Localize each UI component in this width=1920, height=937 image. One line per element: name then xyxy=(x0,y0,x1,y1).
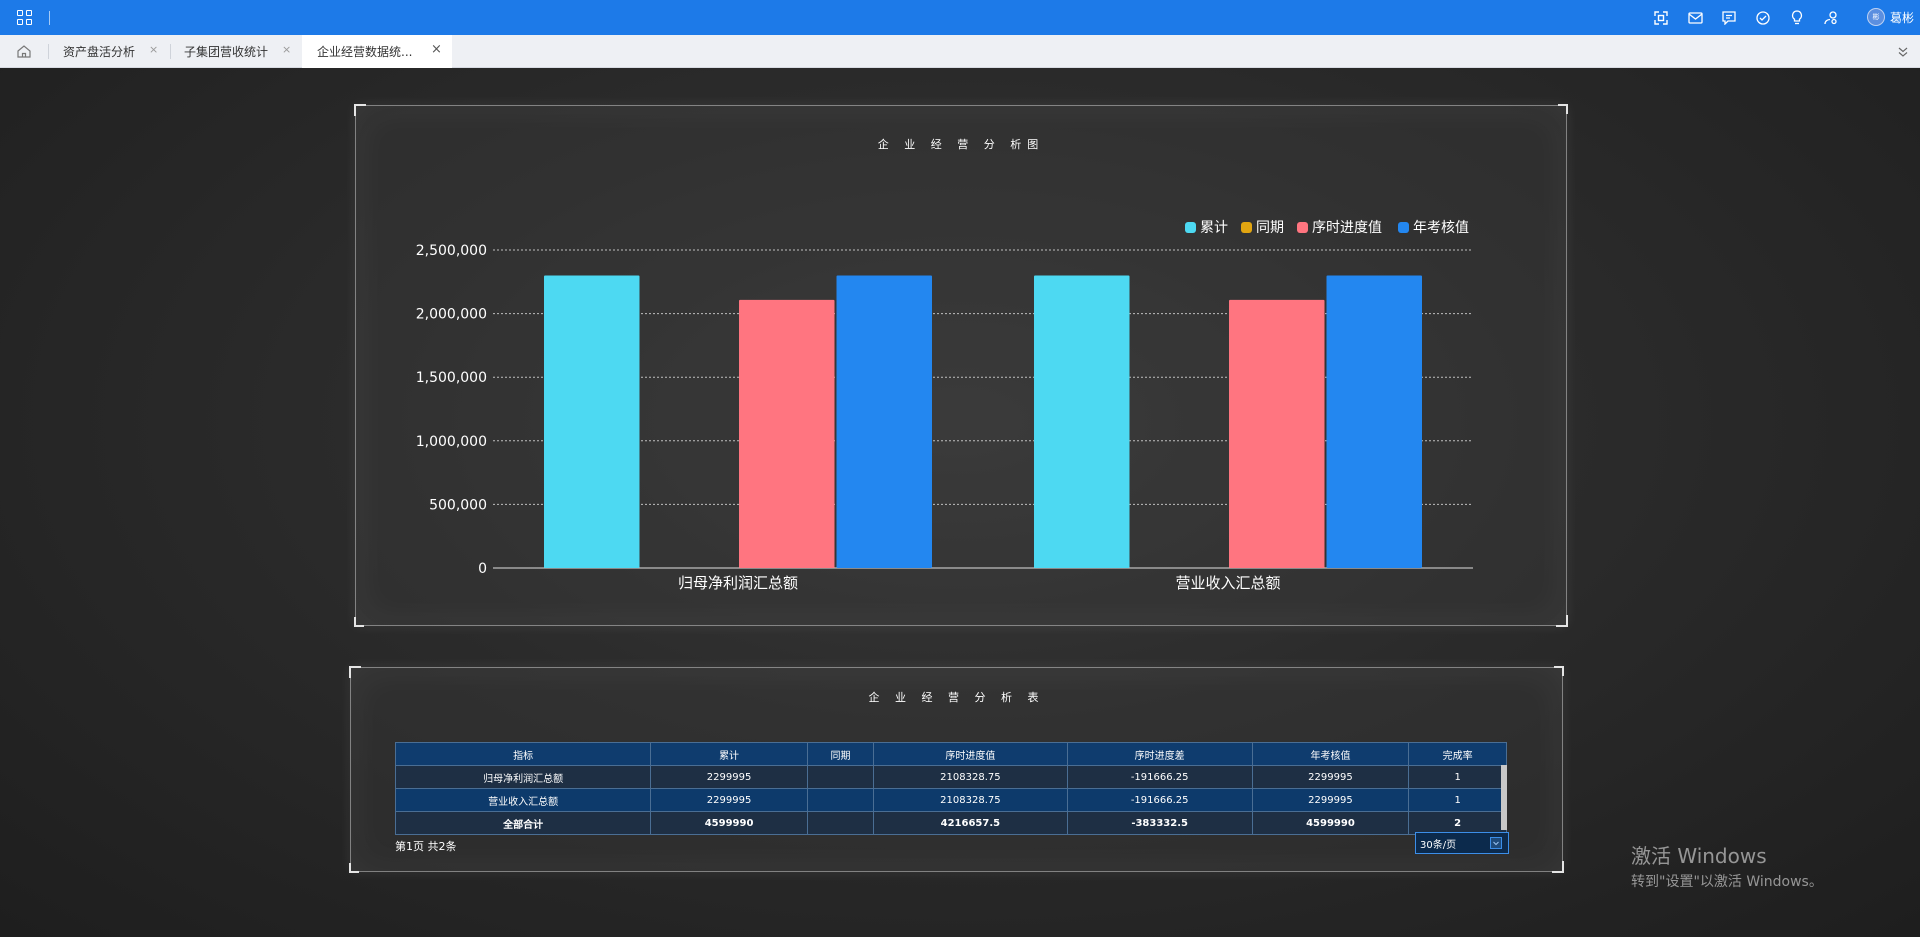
legend-label: 序时进度值 xyxy=(1312,220,1382,236)
chevron-double-down-icon[interactable] xyxy=(1896,44,1910,58)
y-tick-label: 2,500,000 xyxy=(416,243,487,259)
table-cell: -191666.25 xyxy=(1066,788,1253,812)
table-cell: 营业收入汇总额 xyxy=(394,788,652,812)
legend-label: 累计 xyxy=(1200,220,1228,236)
table-cell: 2108328.75 xyxy=(873,788,1068,812)
column-header[interactable]: 同期 xyxy=(806,742,875,766)
watermark-title: 激活 Windows xyxy=(1631,844,1767,868)
table-cell: -191666.25 xyxy=(1066,765,1253,789)
bar-chart: 0 500,000 1,000,000 1,500,000 2,000,000 2,500… xyxy=(416,220,1473,592)
tab-label: 企业经营数据统... xyxy=(317,45,413,59)
legend-swatch xyxy=(1297,222,1308,233)
y-tick-label: 1,500,000 xyxy=(416,370,487,386)
user-menu[interactable]: 彬 葛彬 xyxy=(1866,8,1914,26)
bar xyxy=(1326,275,1422,568)
table-cell: 2108328.75 xyxy=(873,765,1068,789)
column-header[interactable]: 序时进度差 xyxy=(1066,742,1253,766)
column-header[interactable]: 序时进度值 xyxy=(873,742,1068,766)
table-cell: 2299995 xyxy=(650,788,808,812)
table-total-row[interactable]: 全部合计 4599990 4216657.5 -383332.5 4599990… xyxy=(394,811,1507,835)
check-circle-icon[interactable] xyxy=(1754,9,1772,27)
chart-panel: 企 业 经 营 分 析图 0 500,000 1,000,000 1,500,000 2… xyxy=(354,104,1568,627)
tab-divider xyxy=(48,44,49,59)
legend-label: 年考核值 xyxy=(1413,220,1469,236)
tab-home[interactable] xyxy=(0,35,48,68)
column-header[interactable]: 完成率 xyxy=(1408,742,1507,766)
page-size-select[interactable]: 30条/页 xyxy=(1415,832,1509,854)
bar xyxy=(1229,299,1325,568)
bar xyxy=(1034,275,1130,568)
pager-info: 第1页 共2条 xyxy=(395,840,457,853)
tab-subgroup-revenue[interactable]: 子集团营收统计 × xyxy=(184,35,296,68)
table-cell: 4599990 xyxy=(1251,811,1410,835)
table-title: 企 业 经 营 分 析 表 xyxy=(868,691,1045,704)
table-row[interactable]: 营业收入汇总额 2299995 2108328.75 -191666.25 22… xyxy=(394,788,1507,812)
user-settings-icon[interactable] xyxy=(1822,9,1840,27)
table-cell: 2299995 xyxy=(1251,788,1410,812)
tab-divider xyxy=(170,44,171,59)
close-icon[interactable]: × xyxy=(431,42,442,57)
table-cell: 归母净利润汇总额 xyxy=(394,765,652,789)
table-cell: 4599990 xyxy=(650,811,808,835)
divider xyxy=(49,11,50,25)
legend-swatch xyxy=(1398,222,1409,233)
avatar: 彬 xyxy=(1866,8,1885,26)
table-cell xyxy=(806,765,875,789)
column-header[interactable]: 年考核值 xyxy=(1251,742,1410,766)
x-tick-label: 营业收入汇总额 xyxy=(1175,574,1280,592)
windows-activation-watermark: 激活 Windows 转到"设置"以激活 Windows。 xyxy=(1631,840,1823,891)
bar xyxy=(544,275,640,568)
fullscreen-icon[interactable] xyxy=(1652,9,1670,27)
legend-swatch xyxy=(1185,222,1196,233)
table-cell: 1 xyxy=(1408,765,1507,789)
page-size-value: 30条/页 xyxy=(1420,839,1457,851)
bar xyxy=(739,299,835,568)
table-cell: 2299995 xyxy=(1251,765,1410,789)
tab-bar: 资产盘活分析 × 子集团营收统计 × 企业经营数据统... × xyxy=(0,35,1920,68)
table-cell: -383332.5 xyxy=(1066,811,1253,835)
close-icon[interactable]: × xyxy=(149,43,158,56)
column-header[interactable]: 累计 xyxy=(650,742,808,766)
table-cell: 2299995 xyxy=(650,765,808,789)
table-cell: 全部合计 xyxy=(394,811,652,835)
legend-label: 同期 xyxy=(1256,220,1284,236)
message-icon[interactable] xyxy=(1720,9,1738,27)
chevron-down-icon[interactable] xyxy=(1490,837,1502,849)
tab-asset-analysis[interactable]: 资产盘活分析 × xyxy=(63,35,163,68)
table-cell: 1 xyxy=(1408,788,1507,812)
tab-label: 资产盘活分析 xyxy=(63,45,136,59)
top-bar: 彬 葛彬 xyxy=(0,0,1920,35)
table-panel: 企 业 经 营 分 析 表 指标 累计 同期 序时进度值 序时进度差 年考核值 … xyxy=(349,666,1564,873)
data-table: 指标 累计 同期 序时进度值 序时进度差 年考核值 完成率 归母净利润汇总额 2… xyxy=(394,742,1507,835)
app-grid-icon[interactable] xyxy=(17,10,32,25)
y-tick-label: 0 xyxy=(478,561,487,577)
tab-label: 子集团营收统计 xyxy=(184,45,269,59)
table-cell xyxy=(806,788,875,812)
y-tick-label: 500,000 xyxy=(429,497,487,513)
table-scrollbar[interactable] xyxy=(1501,765,1507,830)
user-name: 葛彬 xyxy=(1889,10,1914,25)
legend-swatch xyxy=(1241,222,1252,233)
table-row[interactable]: 归母净利润汇总额 2299995 2108328.75 -191666.25 2… xyxy=(394,765,1507,789)
watermark-subtitle: 转到"设置"以激活 Windows。 xyxy=(1631,874,1823,890)
table-header-row: 指标 累计 同期 序时进度值 序时进度差 年考核值 完成率 xyxy=(394,742,1507,766)
table-cell: 4216657.5 xyxy=(873,811,1068,835)
home-icon xyxy=(17,45,31,58)
column-header[interactable]: 指标 xyxy=(394,742,652,766)
mail-icon[interactable] xyxy=(1686,9,1704,27)
top-icons xyxy=(1652,0,1840,35)
tab-enterprise-data[interactable]: 企业经营数据统... × xyxy=(302,35,452,68)
table-cell xyxy=(806,811,875,835)
y-tick-label: 1,000,000 xyxy=(416,434,487,450)
bar xyxy=(836,275,932,568)
x-tick-label: 归母净利润汇总额 xyxy=(678,574,798,592)
close-icon[interactable]: × xyxy=(282,43,291,56)
y-tick-label: 2,000,000 xyxy=(416,307,487,323)
bulb-icon[interactable] xyxy=(1788,9,1806,27)
